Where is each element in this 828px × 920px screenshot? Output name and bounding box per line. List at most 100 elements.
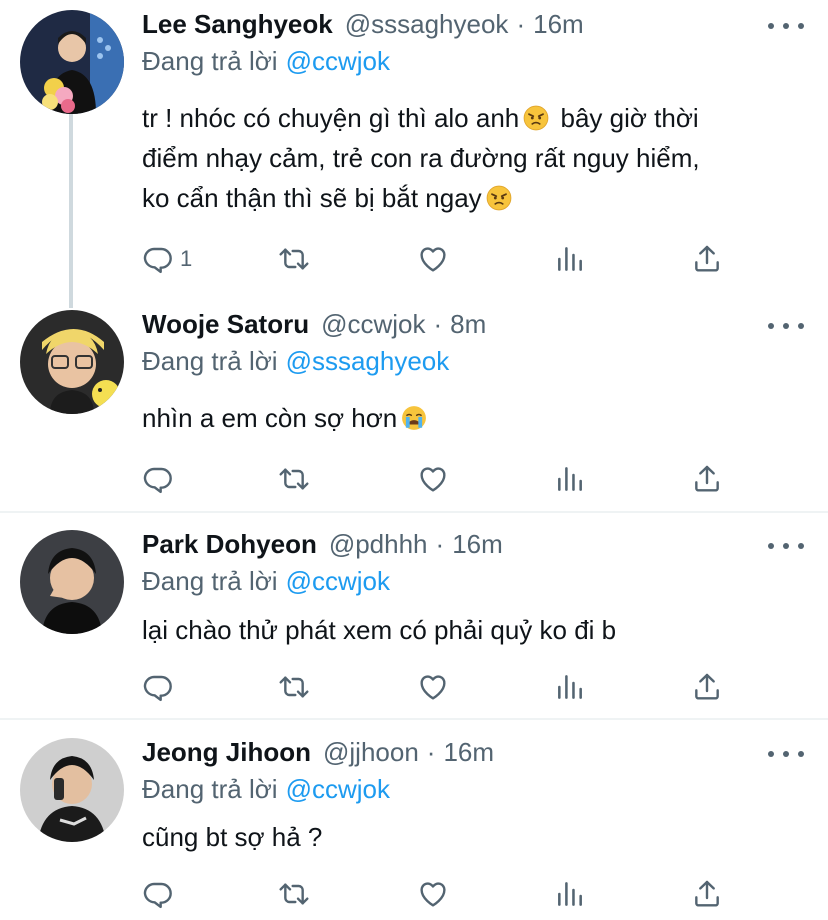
- retweet-icon: [278, 243, 310, 275]
- tweet-text: cũng bt sợ hả ?: [142, 817, 792, 857]
- retweet-icon: [278, 671, 310, 703]
- tweet-card[interactable]: Wooje Satoru @ccwjok · 8m Đang trả lời @s…: [0, 300, 828, 510]
- like-button[interactable]: [417, 243, 449, 275]
- reply-button[interactable]: [142, 878, 174, 910]
- reply-icon: [142, 878, 174, 910]
- like-button[interactable]: [417, 878, 449, 910]
- retweet-button[interactable]: [278, 243, 310, 275]
- tweet-text-line: ko cẩn thận thì sẽ bị bắt ngay: [142, 183, 482, 213]
- tweet-actions: [142, 671, 742, 703]
- tweet-text: tr ! nhóc có chuyện gì thì alo anh bây g…: [142, 98, 792, 218]
- avatar-lee-sanghyeok[interactable]: [20, 10, 124, 114]
- analytics-button[interactable]: [554, 243, 586, 275]
- analytics-icon: [554, 463, 586, 495]
- analytics-icon: [554, 671, 586, 703]
- replying-to: Đang trả lời @ccwjok: [142, 774, 390, 805]
- tweet-divider: [0, 511, 828, 513]
- tweet-actions: [142, 878, 742, 910]
- replying-to: Đang trả lời @ccwjok: [142, 46, 390, 77]
- heart-icon: [417, 243, 449, 275]
- reply-button[interactable]: [142, 671, 174, 703]
- tweet-text: nhìn a em còn sợ hơn: [142, 398, 792, 438]
- tweet-divider: [0, 718, 828, 720]
- analytics-icon: [554, 878, 586, 910]
- replying-to-label: Đang trả lời: [142, 346, 278, 376]
- reply-button[interactable]: [142, 463, 174, 495]
- tweet-text-line: bây giờ thời: [560, 103, 699, 133]
- replying-to-label: Đang trả lời: [142, 46, 278, 76]
- share-icon: [691, 243, 723, 275]
- reply-button[interactable]: 1: [142, 243, 192, 275]
- angry-face-emoji: [523, 105, 549, 131]
- analytics-button[interactable]: [554, 671, 586, 703]
- tweet-time[interactable]: 16m: [533, 9, 584, 40]
- angry-face-emoji: [486, 185, 512, 211]
- analytics-button[interactable]: [554, 878, 586, 910]
- tweet-text-line: nhìn a em còn sợ hơn: [142, 403, 398, 433]
- heart-icon: [417, 878, 449, 910]
- tweet-text: lại chào thử phát xem có phải quỷ ko đi …: [142, 610, 792, 650]
- heart-icon: [417, 463, 449, 495]
- analytics-icon: [554, 243, 586, 275]
- tweet-text-line: điểm nhạy cảm, trẻ con ra đường rất nguy…: [142, 143, 700, 173]
- author-name[interactable]: Jeong Jihoon: [142, 737, 311, 768]
- more-icon[interactable]: [768, 538, 804, 554]
- tweet-card[interactable]: Jeong Jihoon @jjhoon · 16m Đang trả lời @…: [0, 728, 828, 920]
- avatar-wooje-satoru[interactable]: [20, 310, 124, 414]
- author-handle[interactable]: @sssaghyeok: [345, 9, 509, 40]
- tweet-card[interactable]: Lee Sanghyeok @sssaghyeok · 16m Đang trả…: [0, 0, 828, 300]
- reply-icon: [142, 671, 174, 703]
- heart-icon: [417, 671, 449, 703]
- author-handle[interactable]: @jjhoon: [323, 737, 419, 768]
- tweet-time[interactable]: 16m: [452, 529, 503, 560]
- tweet-actions: 1: [142, 243, 742, 275]
- separator-dot: ·: [433, 309, 443, 339]
- separator-dot: ·: [435, 529, 445, 559]
- tweet-time[interactable]: 16m: [443, 737, 494, 768]
- share-button[interactable]: [691, 671, 723, 703]
- tweet-text-line: cũng bt sợ hả ?: [142, 822, 323, 852]
- retweet-icon: [278, 463, 310, 495]
- tweet-text-line: tr ! nhóc có chuyện gì thì alo anh: [142, 103, 520, 133]
- reply-icon: [142, 463, 174, 495]
- reply-icon: [142, 243, 174, 275]
- author-handle[interactable]: @pdhhh: [329, 529, 428, 560]
- retweet-button[interactable]: [278, 878, 310, 910]
- share-icon: [691, 878, 723, 910]
- author-name[interactable]: Wooje Satoru: [142, 309, 309, 340]
- reply-count: 1: [180, 246, 193, 271]
- author-handle[interactable]: @ccwjok: [321, 309, 425, 340]
- mention-link[interactable]: @ccwjok: [286, 46, 390, 76]
- replying-to: Đang trả lời @ccwjok: [142, 566, 390, 597]
- like-button[interactable]: [417, 671, 449, 703]
- more-icon[interactable]: [768, 18, 804, 34]
- replying-to-label: Đang trả lời: [142, 774, 278, 804]
- loudly-crying-face-emoji: [401, 405, 427, 431]
- retweet-button[interactable]: [278, 671, 310, 703]
- author-name[interactable]: Park Dohyeon: [142, 529, 317, 560]
- separator-dot: ·: [516, 9, 526, 39]
- share-button[interactable]: [691, 243, 723, 275]
- like-button[interactable]: [417, 463, 449, 495]
- share-button[interactable]: [691, 878, 723, 910]
- share-button[interactable]: [691, 463, 723, 495]
- mention-link[interactable]: @ccwjok: [286, 566, 390, 596]
- mention-link[interactable]: @ccwjok: [286, 774, 390, 804]
- tweet-actions: [142, 463, 742, 495]
- avatar-jeong-jihoon[interactable]: [20, 738, 124, 842]
- share-icon: [691, 671, 723, 703]
- separator-dot: ·: [426, 737, 436, 767]
- share-icon: [691, 463, 723, 495]
- tweet-text-line: lại chào thử phát xem có phải quỷ ko đi …: [142, 615, 617, 645]
- mention-link[interactable]: @sssaghyeok: [286, 346, 450, 376]
- retweet-button[interactable]: [278, 463, 310, 495]
- retweet-icon: [278, 878, 310, 910]
- author-name[interactable]: Lee Sanghyeok: [142, 9, 333, 40]
- analytics-button[interactable]: [554, 463, 586, 495]
- more-icon[interactable]: [768, 746, 804, 762]
- more-icon[interactable]: [768, 318, 804, 334]
- tweet-card[interactable]: Park Dohyeon @pdhhh · 16m Đang trả lời @c…: [0, 520, 828, 718]
- tweet-time[interactable]: 8m: [450, 309, 486, 340]
- avatar-park-dohyeon[interactable]: [20, 530, 124, 634]
- replying-to: Đang trả lời @sssaghyeok: [142, 346, 449, 377]
